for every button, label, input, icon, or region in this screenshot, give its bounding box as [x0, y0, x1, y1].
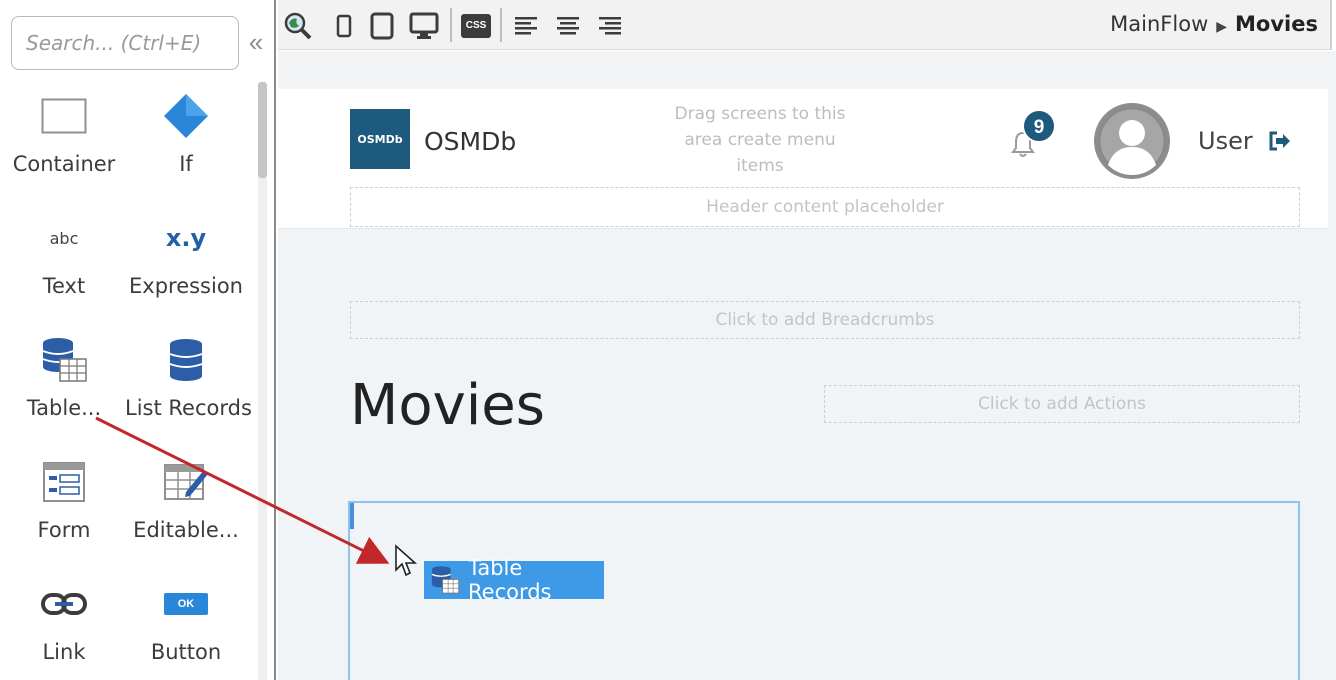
- text-abc-icon: abc: [49, 228, 79, 248]
- tablet-view-icon[interactable]: [366, 10, 398, 42]
- breadcrumbs-placeholder[interactable]: Click to add Breadcrumbs: [350, 301, 1300, 339]
- tool-editable-table[interactable]: Editable...: [125, 458, 247, 568]
- menu-drop-area[interactable]: Drag screens to this area create menu it…: [670, 101, 850, 179]
- tool-label: Link: [42, 640, 86, 664]
- dragged-table-records-widget[interactable]: Table Records: [424, 556, 604, 604]
- tool-if[interactable]: If: [125, 92, 247, 202]
- tool-label: Container: [12, 152, 116, 176]
- tool-label: Expression: [129, 274, 243, 298]
- toolbar-divider: [500, 8, 502, 42]
- user-name[interactable]: User: [1198, 127, 1253, 155]
- preview-search-icon[interactable]: [282, 10, 314, 42]
- toolbox-scrollbar[interactable]: [258, 82, 267, 178]
- page-title[interactable]: Movies: [350, 373, 545, 438]
- phone-view-icon[interactable]: [328, 10, 360, 42]
- tool-label: Table...: [26, 396, 102, 420]
- tool-form[interactable]: Form: [3, 458, 125, 568]
- css-editor-icon[interactable]: CSS: [460, 10, 492, 42]
- editor-toolbar: CSS MainFlow ▶ Movies: [278, 0, 1336, 50]
- link-icon: [3, 580, 125, 628]
- button-icon: OK: [125, 580, 247, 628]
- table-records-icon: [430, 565, 460, 595]
- tool-label: Text: [42, 274, 86, 298]
- tool-table-records[interactable]: Table...: [3, 336, 125, 446]
- app-name: OSMDb: [424, 127, 517, 156]
- notification-badge: 9: [1022, 109, 1056, 143]
- toolbar-divider: [450, 8, 452, 42]
- toolbar-right-edge: [1330, 0, 1336, 50]
- container-icon: [3, 92, 125, 140]
- table-records-icon: [3, 336, 125, 384]
- tool-text[interactable]: abc Text: [3, 214, 125, 324]
- editable-table-icon: [125, 458, 247, 506]
- insertion-caret: [350, 503, 354, 529]
- breadcrumb-current: Movies: [1235, 12, 1318, 36]
- screen-canvas[interactable]: OSMDb OSMDb Drag screens to this area cr…: [278, 51, 1336, 680]
- avatar[interactable]: [1094, 103, 1170, 179]
- app-logo[interactable]: OSMDb: [350, 109, 410, 169]
- form-icon: [3, 458, 125, 506]
- align-center-icon[interactable]: [552, 10, 584, 42]
- button-icon-text: OK: [164, 593, 208, 615]
- actions-placeholder[interactable]: Click to add Actions: [824, 385, 1300, 423]
- logout-icon[interactable]: [1268, 129, 1292, 153]
- toolbox-panel: « Container If abc Text x.y Expression: [0, 0, 276, 680]
- expression-icon: x.y: [165, 224, 207, 252]
- align-left-icon[interactable]: [510, 10, 542, 42]
- canvas-top-strip: [278, 51, 1328, 89]
- tool-label: Button: [150, 640, 222, 664]
- tool-list-records[interactable]: List Records: [125, 336, 252, 446]
- app-header: OSMDb OSMDb Drag screens to this area cr…: [278, 89, 1328, 229]
- tool-label: Form: [37, 518, 91, 542]
- editor-breadcrumb: MainFlow ▶ Movies: [1110, 12, 1318, 36]
- tool-button[interactable]: OK Button: [125, 580, 247, 680]
- if-diamond-icon: [125, 92, 247, 140]
- tool-label: List Records: [125, 396, 252, 420]
- tool-container[interactable]: Container: [3, 92, 125, 202]
- header-content-placeholder[interactable]: Header content placeholder: [350, 187, 1300, 227]
- list-records-icon: [125, 336, 247, 384]
- dragged-widget-label: Table Records: [468, 556, 552, 604]
- toolbox-scroll-track: [258, 178, 267, 680]
- breadcrumb-parent[interactable]: MainFlow: [1110, 12, 1208, 36]
- tool-expression[interactable]: x.y Expression: [125, 214, 247, 324]
- align-right-icon[interactable]: [594, 10, 626, 42]
- toolbox-search-input[interactable]: [12, 17, 238, 69]
- collapse-toolbox-icon[interactable]: «: [242, 28, 270, 58]
- toolbox-search[interactable]: [11, 16, 239, 70]
- tool-link[interactable]: Link: [3, 580, 125, 680]
- breadcrumb-separator-icon: ▶: [1216, 19, 1228, 35]
- tool-label: If: [179, 152, 193, 176]
- css-label: CSS: [461, 14, 491, 38]
- mouse-cursor-icon: [394, 544, 418, 578]
- desktop-view-icon[interactable]: [408, 10, 440, 42]
- tool-label: Editable...: [133, 518, 239, 542]
